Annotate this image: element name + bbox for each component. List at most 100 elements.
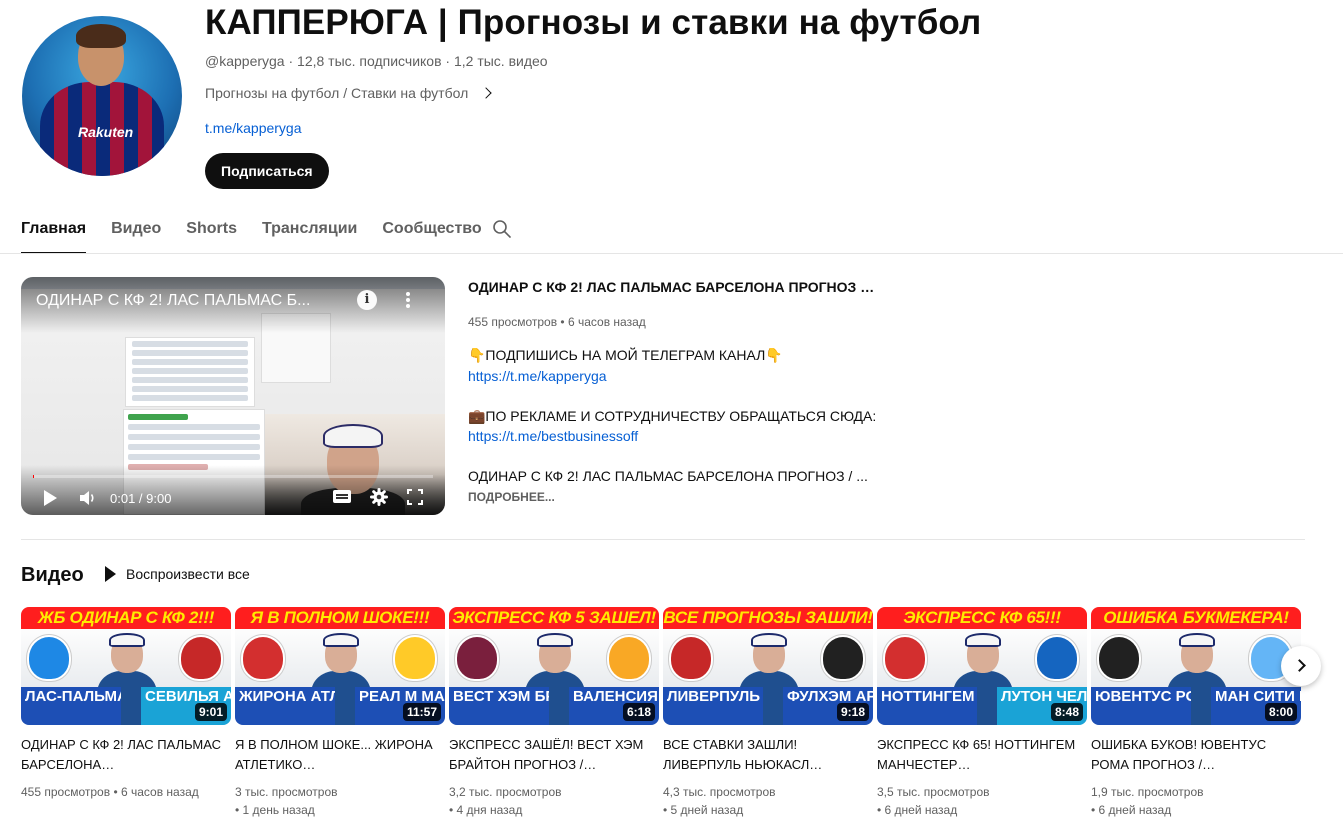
video-views: 4,3 тыс. просмотров xyxy=(663,785,776,799)
featured-desc-line-1: 👇ПОДПИШИСЬ НА МОЙ ТЕЛЕГРАМ КАНАЛ👇 xyxy=(468,347,783,363)
search-icon[interactable] xyxy=(492,219,512,239)
channel-link[interactable]: t.me/kapperyga xyxy=(205,120,302,136)
video-card[interactable]: ОШИБКА БУКМЕКЕРА!ЮВЕНТУС РОМАМАН СИТИ ШЕ… xyxy=(1091,607,1301,819)
team-badge-left xyxy=(883,635,927,681)
team-badge-right xyxy=(393,635,437,681)
avatar-hair xyxy=(76,24,126,48)
video-title[interactable]: ОШИБКА БУКОВ! ЮВЕНТУС РОМА ПРОГНОЗ /… xyxy=(1091,735,1291,775)
team-badge-left xyxy=(241,635,285,681)
video-title[interactable]: ОДИНАР С КФ 2! ЛАС ПАЛЬМАС БАРСЕЛОНА… xyxy=(21,735,221,775)
video-card[interactable]: ЭКСПРЕСС КФ 5 ЗАШЕЛ!ВЕСТ ХЭМ БРАЙТОНВАЛЕ… xyxy=(449,607,659,819)
video-thumbnail[interactable]: ЭКСПРЕСС КФ 65!!!НОТТИНГЕМ МЮЛУТОН ЧЕЛС8… xyxy=(877,607,1087,725)
play-icon xyxy=(105,566,116,582)
player-progress-bar[interactable] xyxy=(33,475,433,478)
channel-meta: @kapperyga · 12,8 тыс. подписчиков · 1,2… xyxy=(205,53,548,69)
tab-shorts[interactable]: Shorts xyxy=(186,210,237,254)
avatar-sponsor-text: Rakuten xyxy=(78,124,134,140)
video-age: • 6 часов назад xyxy=(113,785,199,799)
gear-icon[interactable] xyxy=(370,488,388,506)
team-left-label: НОТТИНГЕМ МЮ xyxy=(877,687,977,725)
team-left-label: ЛАС-ПАЛЬМАС БАРСЕЛОНА xyxy=(21,687,121,725)
video-stats: 455 просмотров • 6 часов назад xyxy=(21,783,231,801)
video-title[interactable]: ЭКСПРЕСС ЗАШЁЛ! ВЕСТ ХЭМ БРАЙТОН ПРОГНОЗ… xyxy=(449,735,649,775)
video-age: • 6 дней назад xyxy=(877,803,958,817)
thumbnail-banner: ЖБ ОДИНАР С КФ 2!!! xyxy=(21,607,231,629)
video-duration: 6:18 xyxy=(622,703,655,721)
video-card[interactable]: Я В ПОЛНОМ ШОКЕ!!!ЖИРОНА АТЛЕТИКОРЕАЛ М … xyxy=(235,607,445,819)
video-title[interactable]: ВСЕ СТАВКИ ЗАШЛИ! ЛИВЕРПУЛЬ НЬЮКАСЛ… xyxy=(663,735,863,775)
subscribe-button[interactable]: Подписаться xyxy=(205,153,329,189)
shelf-title[interactable]: Видео xyxy=(21,564,84,587)
video-title[interactable]: Я В ПОЛНОМ ШОКЕ... ЖИРОНА АТЛЕТИКО… xyxy=(235,735,435,775)
play-icon[interactable] xyxy=(44,490,57,506)
channel-description[interactable]: Прогнозы на футбол / Ставки на футбол xyxy=(205,85,492,101)
play-all-label: Воспроизвести все xyxy=(126,566,250,582)
video-views: 3,5 тыс. просмотров xyxy=(877,785,990,799)
tab-videos[interactable]: Видео xyxy=(111,210,161,254)
chevron-right-icon xyxy=(1293,659,1306,672)
video-title[interactable]: ЭКСПРЕСС КФ 65! НОТТИНГЕМ МАНЧЕСТЕР… xyxy=(877,735,1077,775)
section-divider xyxy=(21,539,1305,540)
channel-handle: @kapperyga xyxy=(205,53,285,69)
channel-description-text: Прогнозы на футбол / Ставки на футбол xyxy=(205,85,469,101)
tab-live[interactable]: Трансляции xyxy=(262,210,357,254)
thumbnail-banner: ЭКСПРЕСС КФ 5 ЗАШЕЛ! xyxy=(449,607,659,629)
channel-stats: · 12,8 тыс. подписчиков · 1,2 тыс. видео xyxy=(284,53,548,69)
video-thumbnail[interactable]: ВСЕ ПРОГНОЗЫ ЗАШЛИ!ЛИВЕРПУЛЬ НЬЮКАСЛФУЛХ… xyxy=(663,607,873,725)
featured-desc-line-3: ОДИНАР С КФ 2! ЛАС ПАЛЬМАС БАРСЕЛОНА ПРО… xyxy=(468,468,868,484)
volume-icon[interactable] xyxy=(79,490,97,506)
channel-tabs: Главная Видео Shorts Трансляции Сообщест… xyxy=(21,210,507,254)
chevron-right-icon xyxy=(480,87,492,99)
featured-video-player[interactable]: ОДИНАР С КФ 2! ЛАС ПАЛЬМАС Б... i 0:01 /… xyxy=(21,277,445,515)
video-thumbnail[interactable]: ЭКСПРЕСС КФ 5 ЗАШЕЛ!ВЕСТ ХЭМ БРАЙТОНВАЛЕ… xyxy=(449,607,659,725)
team-left-label: ЖИРОНА АТЛЕТИКО xyxy=(235,687,335,725)
video-views: 1,9 тыс. просмотров xyxy=(1091,785,1204,799)
player-time: 0:01 / 9:00 xyxy=(110,491,172,506)
player-title[interactable]: ОДИНАР С КФ 2! ЛАС ПАЛЬМАС Б... xyxy=(36,292,346,310)
channel-title: КАППЕРЮГА | Прогнозы и ставки на футбол xyxy=(205,3,982,42)
info-icon[interactable]: i xyxy=(357,290,377,310)
team-badge-left xyxy=(455,635,499,681)
video-card[interactable]: ВСЕ ПРОГНОЗЫ ЗАШЛИ!ЛИВЕРПУЛЬ НЬЮКАСЛФУЛХ… xyxy=(663,607,873,819)
video-thumbnail[interactable]: Я В ПОЛНОМ ШОКЕ!!!ЖИРОНА АТЛЕТИКОРЕАЛ М … xyxy=(235,607,445,725)
video-views: 3 тыс. просмотров xyxy=(235,785,338,799)
read-more-button[interactable]: ПОДРОБНЕЕ... xyxy=(468,490,555,504)
video-views: 455 просмотров xyxy=(21,785,111,799)
team-badge-left xyxy=(669,635,713,681)
business-link[interactable]: https://t.me/bestbusinessoff xyxy=(468,428,638,444)
video-frame-list xyxy=(125,337,255,407)
video-duration: 8:48 xyxy=(1050,703,1083,721)
featured-desc-link-2: https://t.me/bestbusinessoff xyxy=(468,428,888,444)
captions-icon[interactable] xyxy=(333,490,351,503)
video-age: • 4 дня назад xyxy=(449,803,523,817)
thumbnail-banner: ВСЕ ПРОГНОЗЫ ЗАШЛИ! xyxy=(663,607,873,629)
team-left-label: ЮВЕНТУС РОМА xyxy=(1091,687,1191,725)
thumbnail-banner: ОШИБКА БУКМЕКЕРА! xyxy=(1091,607,1301,629)
video-duration: 9:01 xyxy=(194,703,227,721)
video-age: • 6 дней назад xyxy=(1091,803,1172,817)
video-duration: 9:18 xyxy=(836,703,869,721)
video-duration: 8:00 xyxy=(1264,703,1297,721)
tab-home[interactable]: Главная xyxy=(21,210,87,254)
video-age: • 5 дней назад xyxy=(663,803,744,817)
shelf-next-button[interactable] xyxy=(1281,646,1321,686)
video-thumbnail[interactable]: ОШИБКА БУКМЕКЕРА!ЮВЕНТУС РОМАМАН СИТИ ШЕ… xyxy=(1091,607,1301,725)
video-card[interactable]: ЖБ ОДИНАР С КФ 2!!! ЛАС-ПАЛЬМАС БАРСЕЛОНА… xyxy=(21,607,231,801)
video-duration: 11:57 xyxy=(402,703,441,721)
video-views: 3,2 тыс. просмотров xyxy=(449,785,562,799)
telegram-link[interactable]: https://t.me/kapperyga xyxy=(468,368,607,384)
team-left-label: ЛИВЕРПУЛЬ НЬЮКАСЛ xyxy=(663,687,763,725)
tab-community[interactable]: Сообщество xyxy=(382,210,481,254)
play-all-button[interactable]: Воспроизвести все xyxy=(101,562,250,586)
thumbnail-banner: Я В ПОЛНОМ ШОКЕ!!! xyxy=(235,607,445,629)
team-badge-right xyxy=(821,635,865,681)
featured-video-meta: 455 просмотров • 6 часов назад xyxy=(468,315,646,329)
more-vert-icon[interactable] xyxy=(401,290,415,312)
channel-avatar: Rakuten xyxy=(22,16,182,176)
video-thumbnail[interactable]: ЖБ ОДИНАР С КФ 2!!! ЛАС-ПАЛЬМАС БАРСЕЛОНА… xyxy=(21,607,231,725)
fullscreen-icon[interactable] xyxy=(407,489,423,505)
video-age: • 1 день назад xyxy=(235,803,315,817)
team-badge-right xyxy=(607,635,651,681)
featured-video-title[interactable]: ОДИНАР С КФ 2! ЛАС ПАЛЬМАС БАРСЕЛОНА ПРО… xyxy=(468,279,878,295)
video-card[interactable]: ЭКСПРЕСС КФ 65!!!НОТТИНГЕМ МЮЛУТОН ЧЕЛС8… xyxy=(877,607,1087,819)
